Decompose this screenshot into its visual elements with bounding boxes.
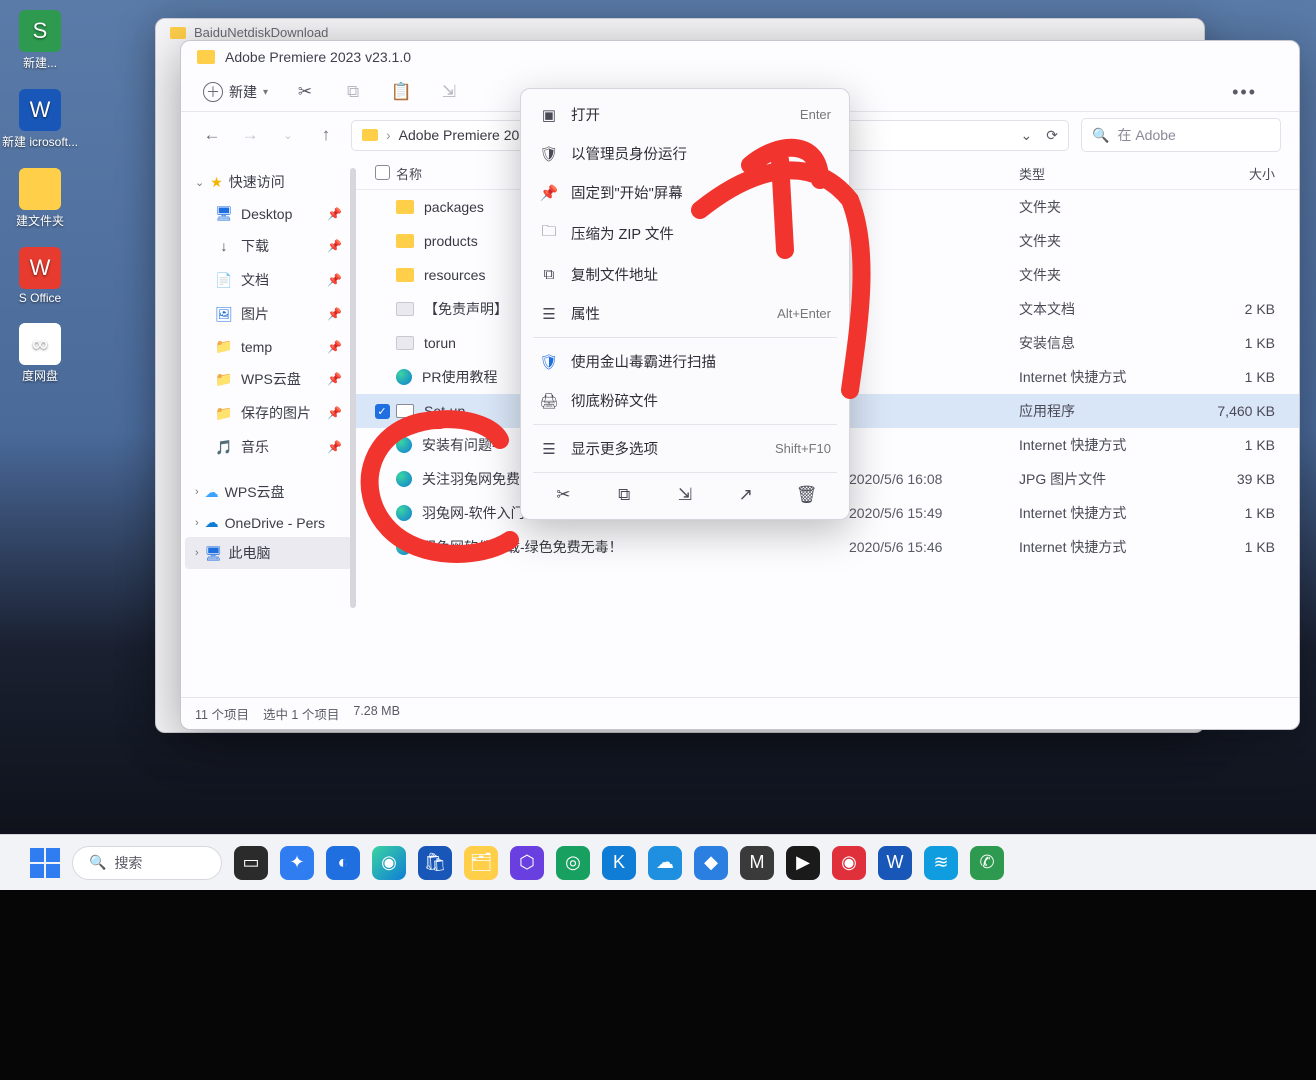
app-icon[interactable]: ◎ xyxy=(556,846,590,880)
sidebar-quick-access[interactable]: ⌄★ 快速访问 xyxy=(185,166,352,198)
wps-label: WPS云盘 xyxy=(225,482,285,502)
status-selection: 选中 1 个项目 xyxy=(263,704,339,723)
search-icon: 🔍 xyxy=(1092,127,1109,144)
taskbar-search-label: 搜索 xyxy=(114,853,142,873)
up-button[interactable]: ↑ xyxy=(313,125,339,145)
copy-icon[interactable]: ⧉ xyxy=(342,81,364,103)
app-icon[interactable]: ☁ xyxy=(648,846,682,880)
app-icon[interactable]: ✦ xyxy=(280,846,314,880)
refresh-icon[interactable]: ⟳ xyxy=(1046,127,1058,144)
desktop-icons: S新建... W新建 icrosoft... 建文件夹 WS Office ∞度网盘 xyxy=(0,10,80,384)
folder-icon xyxy=(197,50,215,64)
sidebar-item[interactable]: 📄文档📌 xyxy=(185,263,352,297)
app-icon[interactable]: ◉ xyxy=(832,846,866,880)
sidebar-item[interactable]: ↓下载📌 xyxy=(185,229,352,263)
back-button[interactable]: ← xyxy=(199,125,225,145)
folder-icon xyxy=(170,27,186,39)
taskview-icon[interactable]: ▭ xyxy=(234,846,268,880)
forward-button[interactable]: → xyxy=(237,125,263,145)
ctx-action-icon[interactable]: ⇲ xyxy=(670,485,700,505)
rename-icon[interactable]: ⇲ xyxy=(438,81,460,103)
status-count: 11 个项目 xyxy=(195,704,249,723)
app-icon[interactable]: ⬡ xyxy=(510,846,544,880)
chevron-down-icon[interactable]: ⌄ xyxy=(1021,127,1033,144)
sidebar-onedrive[interactable]: ›☁ OneDrive - Pers xyxy=(185,508,352,537)
context-menu-item[interactable]: ⧉复制文件地址 xyxy=(527,255,843,294)
ctx-action-icon[interactable]: 🗑 xyxy=(792,485,822,505)
window-title: Adobe Premiere 2023 v23.1.0 xyxy=(225,49,411,65)
store-icon[interactable]: 🛍 xyxy=(418,846,452,880)
app-icon[interactable]: M xyxy=(740,846,774,880)
search-icon: 🔍 xyxy=(89,854,106,871)
desktop-icon[interactable]: S新建... xyxy=(19,10,61,71)
ctx-action-icon[interactable]: ✂ xyxy=(548,485,578,505)
sidebar: ⌄★ 快速访问 🖥Desktop📌↓下载📌📄文档📌🖼图片📌📁temp📌📁WPS云… xyxy=(181,158,356,697)
col-size[interactable]: 大小 xyxy=(1209,164,1299,183)
this-pc-label: 此电脑 xyxy=(228,543,270,563)
start-button[interactable] xyxy=(30,848,60,878)
recent-button[interactable]: ⌄ xyxy=(275,129,301,142)
more-icon[interactable]: ••• xyxy=(1232,82,1257,103)
onedrive-label: OneDrive - Pers xyxy=(225,515,325,531)
select-all-checkbox[interactable] xyxy=(375,165,390,180)
new-button-label: 新建 xyxy=(229,82,257,102)
sidebar-item[interactable]: 📁temp📌 xyxy=(185,331,352,362)
cut-icon[interactable]: ✂ xyxy=(294,81,316,103)
context-menu-item[interactable]: ▣打开Enter xyxy=(527,95,843,134)
app-icon[interactable]: K xyxy=(602,846,636,880)
context-menu-item[interactable]: 🖨彻底粉碎文件 xyxy=(527,381,843,420)
quick-access-label: 快速访问 xyxy=(229,172,285,192)
context-menu-item[interactable]: ☰属性Alt+Enter xyxy=(527,294,843,333)
sidebar-item[interactable]: 🖼图片📌 xyxy=(185,297,352,331)
sidebar-item[interactable]: 📁WPS云盘📌 xyxy=(185,362,352,396)
app-icon[interactable]: ▶ xyxy=(786,846,820,880)
sidebar-item[interactable]: 🎵音乐📌 xyxy=(185,430,352,464)
ctx-action-icon[interactable]: ↗ xyxy=(731,485,761,505)
context-menu-item[interactable]: 🛡使用金山毒霸进行扫描 xyxy=(527,342,843,381)
word-icon[interactable]: W xyxy=(878,846,912,880)
status-size: 7.28 MB xyxy=(353,704,400,723)
context-menu-item[interactable]: 🛡以管理员身份运行 xyxy=(527,134,843,173)
context-menu-item[interactable]: 🗀压缩为 ZIP 文件 xyxy=(527,212,843,255)
parent-window-title: BaiduNetdiskDownload xyxy=(194,25,328,40)
sidebar-item[interactable]: 📁保存的图片📌 xyxy=(185,396,352,430)
taskbar: 🔍 搜索 ▭ ✦ ◐ ◉ 🛍 🗂 ⬡ ◎ K ☁ ◆ M ▶ ◉ W ≋ ✆ xyxy=(0,834,1316,890)
context-menu: ▣打开Enter🛡以管理员身份运行📌固定到"开始"屏幕🗀压缩为 ZIP 文件⧉复… xyxy=(520,88,850,520)
desktop-icon[interactable]: ∞度网盘 xyxy=(19,323,61,384)
sidebar-item[interactable]: 🖥Desktop📌 xyxy=(185,198,352,229)
file-row[interactable]: 羽兔网软件下载-绿色免费无毒！ 2020/5/6 15:46Internet 快… xyxy=(356,530,1299,564)
app-icon[interactable]: ✆ xyxy=(970,846,1004,880)
paste-icon[interactable]: 📋 xyxy=(390,81,412,103)
folder-icon xyxy=(362,129,378,141)
desktop-icon[interactable]: 建文件夹 xyxy=(16,168,64,229)
app-icon[interactable]: ≋ xyxy=(924,846,958,880)
app-icon[interactable]: ◆ xyxy=(694,846,728,880)
titlebar: Adobe Premiere 2023 v23.1.0 xyxy=(181,41,1299,73)
search-placeholder: 在 Adobe xyxy=(1117,125,1175,145)
edge-icon[interactable]: ◉ xyxy=(372,846,406,880)
desktop-icon[interactable]: WS Office xyxy=(19,247,61,305)
status-bar: 11 个项目 选中 1 个项目 7.28 MB xyxy=(181,697,1299,729)
ctx-action-icon[interactable]: ⧉ xyxy=(609,485,639,505)
context-menu-actions: ✂ ⧉ ⇲ ↗ 🗑 xyxy=(527,477,843,513)
sidebar-wps[interactable]: ›☁ WPS云盘 xyxy=(185,476,352,508)
desktop-icon[interactable]: W新建 icrosoft... xyxy=(2,89,78,150)
col-type[interactable]: 类型 xyxy=(1019,164,1209,183)
explorer-icon[interactable]: 🗂 xyxy=(464,846,498,880)
sidebar-this-pc[interactable]: ›🖥 此电脑 xyxy=(185,537,352,569)
search-input[interactable]: 🔍 在 Adobe xyxy=(1081,118,1281,152)
breadcrumb-text: Adobe Premiere 20 xyxy=(399,127,520,143)
app-icon[interactable]: ◐ xyxy=(326,846,360,880)
new-button[interactable]: ＋ 新建 ▾ xyxy=(203,82,268,102)
monitor-bezel xyxy=(0,890,1316,1080)
context-menu-item[interactable]: ☰显示更多选项Shift+F10 xyxy=(527,429,843,468)
taskbar-search[interactable]: 🔍 搜索 xyxy=(72,846,222,880)
context-menu-item[interactable]: 📌固定到"开始"屏幕 xyxy=(527,173,843,212)
